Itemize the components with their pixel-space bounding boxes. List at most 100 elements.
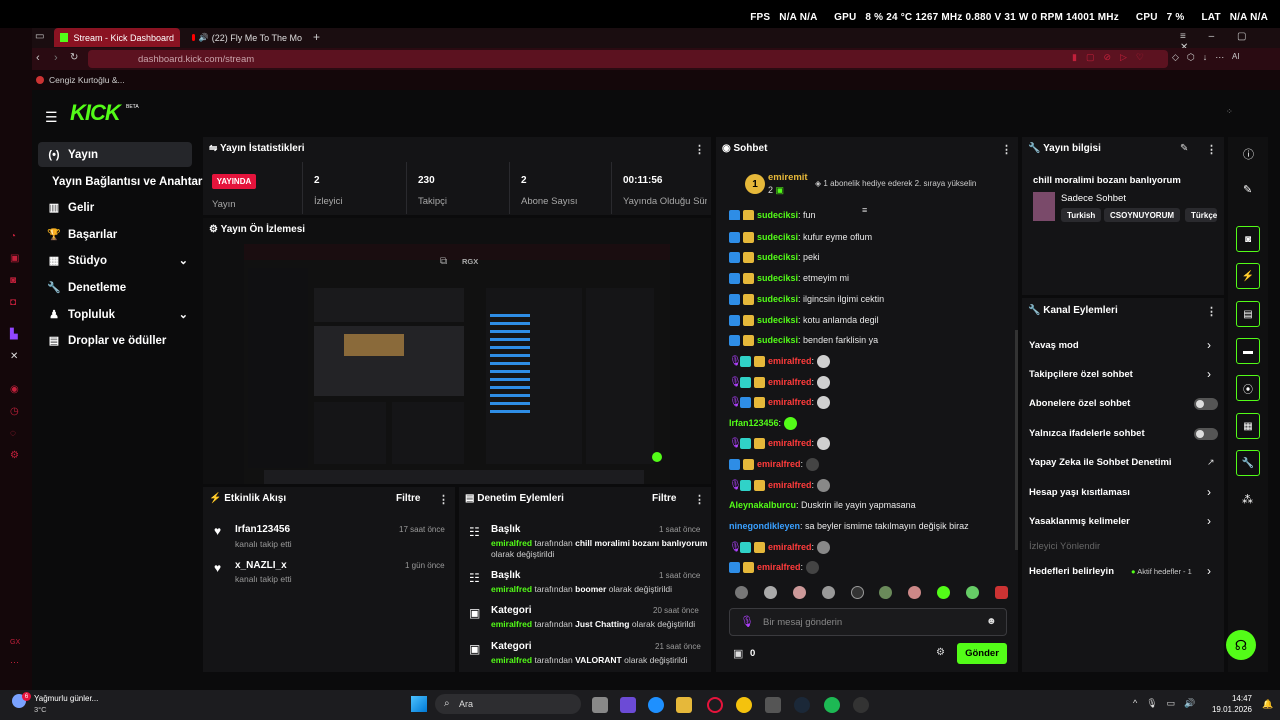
emote-icon[interactable] — [994, 586, 1008, 599]
pencil-icon[interactable]: ✎ — [1243, 183, 1252, 196]
gamepad-icon[interactable]: ▭ — [35, 31, 44, 42]
sidebar-chat-icon[interactable]: ◌ — [10, 428, 16, 439]
emote-icon[interactable] — [937, 586, 951, 599]
tool-icon[interactable]: 🔧 — [1236, 450, 1260, 476]
emote-only-toggle[interactable] — [1194, 428, 1218, 440]
chat-menu-icon[interactable]: ⋮ — [1001, 143, 1012, 156]
sidebar-x-icon[interactable]: ✕ — [10, 351, 18, 362]
clock-time[interactable]: 14:47 — [1212, 694, 1252, 703]
bookmark-item[interactable]: Cengiz Kurtoğlu &... — [49, 75, 125, 85]
emote-icon[interactable] — [966, 586, 979, 599]
address-actions[interactable]: ▮▢⊘▷♡ — [1072, 52, 1153, 63]
points-icon[interactable]: ▣ — [733, 647, 743, 660]
browser-toolbar-icons[interactable]: ◇⬡↓⋯ — [1172, 52, 1232, 63]
forward-icon[interactable]: › — [54, 52, 58, 64]
sidebar-item-studyo[interactable]: ▦ Stüdyo ⌄ — [38, 248, 192, 273]
activity-menu-icon[interactable]: ⋮ — [438, 493, 449, 506]
ai-button[interactable]: AI — [1232, 52, 1240, 61]
sidebar-item-droplar[interactable]: ▤ Droplar ve ödüller — [38, 328, 192, 353]
chat-settings-icon[interactable]: ⚙ — [936, 647, 945, 658]
emote-icon[interactable] — [908, 586, 922, 599]
popout-icon[interactable]: ⧉ — [440, 256, 447, 267]
kick-logo[interactable]: KICK — [70, 100, 121, 126]
app-icon[interactable] — [620, 697, 636, 713]
chevron-right-icon[interactable]: › — [1207, 564, 1211, 578]
collapse-pinned-icon[interactable]: ≡ — [862, 205, 867, 215]
reload-icon[interactable]: ↻ — [70, 52, 78, 63]
send-button[interactable]: Gönder — [957, 643, 1007, 664]
tab-youtube[interactable]: 🔊 (22) Fly Me To The Mo — [186, 28, 308, 47]
add-widget-icon[interactable]: ⁂ — [1242, 493, 1253, 506]
support-button[interactable]: ☊ — [1226, 630, 1256, 660]
edit-icon[interactable]: ✎ — [1180, 143, 1188, 154]
emote-icon[interactable] — [850, 586, 864, 599]
channel-actions-menu-icon[interactable]: ⋮ — [1206, 305, 1217, 318]
sidebar-item-denetleme[interactable]: 🔧 Denetleme — [38, 275, 192, 300]
action-slow-mode[interactable]: Yavaş mod — [1029, 340, 1079, 351]
emote-icon[interactable] — [821, 586, 835, 599]
chevron-right-icon[interactable]: › — [1207, 514, 1211, 528]
sidebar-aria-icon[interactable]: ◔ — [10, 231, 16, 242]
opera-gx-icon[interactable] — [707, 697, 723, 713]
sidebar-player-icon[interactable]: ◉ — [10, 384, 19, 395]
top-gifter-name[interactable]: emiremit — [768, 172, 808, 183]
chrome-icon[interactable] — [736, 697, 752, 713]
sidebar-discord-icon[interactable]: ◘ — [10, 297, 16, 308]
sidebar-bag-icon[interactable]: ▣ — [10, 253, 19, 264]
notification-icon[interactable]: 🔔 — [1262, 699, 1273, 710]
steam-icon[interactable] — [794, 697, 810, 713]
moderation-filter-button[interactable]: Filtre — [652, 493, 676, 504]
info-icon[interactable]: ⓘ — [1243, 146, 1254, 162]
app-icon[interactable] — [853, 697, 869, 713]
bolt-action-icon[interactable]: ⚡ — [1236, 263, 1260, 289]
subs-only-toggle[interactable] — [1194, 398, 1218, 410]
sidebar-twitch-icon[interactable]: ▙ — [10, 329, 18, 340]
emote-icon[interactable] — [763, 586, 777, 599]
sidebar-item-topluluk[interactable]: ♟ Topluluk ⌄ — [38, 302, 192, 327]
edge-icon[interactable] — [648, 697, 664, 713]
menu-icon[interactable]: ☰ — [45, 109, 58, 126]
store-icon[interactable] — [765, 697, 781, 713]
action-banned-words[interactable]: Yasaklanmış kelimeler — [1029, 516, 1130, 527]
action-account-age[interactable]: Hesap yaşı kısıtlaması — [1029, 487, 1130, 498]
weather-title[interactable]: Yağmurlu günler... — [34, 694, 98, 703]
moderation-menu-icon[interactable]: ⋮ — [694, 493, 705, 506]
stream-preview-video[interactable] — [244, 244, 670, 484]
action-followers-only[interactable]: Takipçilere özel sohbet — [1029, 369, 1133, 380]
emote-icon[interactable] — [792, 586, 806, 599]
action-ai-moderation[interactable]: Yapay Zeka ile Sohbet Denetimi — [1029, 457, 1172, 468]
activity-filter-button[interactable]: Filtre — [396, 493, 420, 504]
chevron-right-icon[interactable]: › — [1207, 367, 1211, 381]
sidebar-item-stream-key[interactable]: Yayın Bağlantısı ve Anahtarı — [52, 169, 206, 194]
stream-info-menu-icon[interactable]: ⋮ — [1206, 143, 1217, 156]
sidebar-settings-icon[interactable]: ⚙ — [10, 450, 19, 461]
stats-menu-icon[interactable]: ⋮ — [694, 143, 705, 156]
external-link-icon[interactable]: ↗ — [1207, 457, 1215, 468]
camera-icon[interactable]: ◙ — [1236, 226, 1260, 252]
broadcast-icon[interactable]: ⦿ — [1236, 375, 1260, 401]
chat-bubble-icon[interactable]: ▬ — [1236, 338, 1260, 364]
emote-icon[interactable] — [879, 586, 893, 599]
sidebar-item-gelir[interactable]: ▥ Gelir — [38, 195, 192, 220]
clipboard-icon[interactable]: ▦ — [1236, 413, 1260, 439]
profile-dots-icon[interactable]: ⁘ — [1226, 107, 1233, 116]
back-icon[interactable]: ‹ — [36, 52, 40, 64]
sidebar-item-yayin[interactable]: (•) Yayın — [38, 142, 192, 167]
taskview-icon[interactable] — [592, 697, 608, 713]
notes-icon[interactable]: ▤ — [1236, 301, 1260, 327]
taskbar-search[interactable] — [435, 694, 581, 714]
spotify-icon[interactable] — [824, 697, 840, 713]
url-field[interactable]: dashboard.kick.com/stream — [88, 50, 1168, 68]
emoji-icon[interactable]: ☻ — [986, 616, 997, 627]
chevron-right-icon[interactable]: › — [1207, 485, 1211, 499]
new-tab-icon[interactable]: + — [313, 30, 320, 44]
emote-icon[interactable] — [735, 586, 748, 599]
chevron-right-icon[interactable]: › — [1207, 338, 1211, 352]
sidebar-item-basarilar[interactable]: 🏆 Başarılar — [38, 222, 192, 247]
explorer-icon[interactable] — [676, 697, 692, 713]
chat-scrollbar[interactable] — [1015, 330, 1018, 550]
sidebar-history-icon[interactable]: ◷ — [10, 406, 19, 417]
system-tray[interactable]: ^🎙▭🔊 — [1133, 698, 1204, 709]
clock-date[interactable]: 19.01.2026 — [1196, 705, 1252, 714]
action-goals[interactable]: Hedefleri belirleyin — [1029, 566, 1114, 577]
